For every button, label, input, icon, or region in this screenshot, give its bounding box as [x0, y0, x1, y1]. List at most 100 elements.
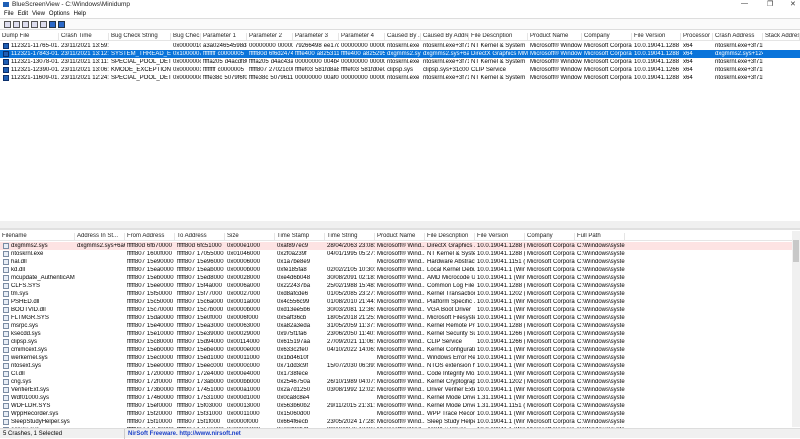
html-report-icon[interactable] [22, 21, 29, 28]
column-header[interactable]: Caused By ... [385, 33, 421, 41]
cell: Microsoft Corpora... [527, 243, 575, 249]
table-row[interactable]: kd.dll fffff807`15ea0000 fffff807`15eab000… [0, 266, 792, 274]
column-header[interactable]: Bug Chec... [171, 33, 201, 41]
cell: 10.0.19041.1202 (Wi... [477, 379, 525, 385]
cell: fffff807`15ec0000 [127, 355, 174, 361]
table-row[interactable]: dxgmms2.sysdxgmms2.sys+6a6...fffff80d`6f… [0, 242, 792, 250]
table-row[interactable]: 112321-11609-01.dmp23/11/2021 12:24:28SP… [0, 74, 800, 82]
cell: Microsoft® Wind... [377, 315, 425, 321]
table-row[interactable]: tm.sys fffff807`15f50000 fffff807`15f77000… [0, 290, 792, 298]
options-icon[interactable] [40, 21, 47, 28]
column-header[interactable]: Parameter 3 [293, 33, 339, 41]
column-header[interactable]: Size [225, 233, 275, 241]
pane-splitter[interactable] [0, 228, 800, 230]
table-row[interactable]: ntoskrnl.exe fffff807`1600f000 fffff807`17… [0, 250, 792, 258]
column-header[interactable]: Bug Check String [109, 33, 171, 41]
column-header[interactable]: To Address [175, 233, 225, 241]
table-row[interactable]: ntosext.sys fffff807`15ee0000 fffff807`15e… [0, 362, 792, 370]
cell: a3a024654598d8... [203, 43, 247, 49]
column-header[interactable]: File Version [475, 233, 525, 241]
cell: 10.0.19041.1 (WinB... [477, 355, 525, 361]
table-row[interactable]: 112321-17843-01.dmp23/11/2021 13:12:29SY… [0, 50, 800, 58]
close-button[interactable]: ✕ [790, 0, 796, 8]
column-header[interactable]: Time Stamp [275, 233, 325, 241]
copy-icon[interactable] [31, 21, 38, 28]
column-header[interactable]: Company [525, 233, 575, 241]
column-header[interactable]: Full Path [575, 233, 625, 241]
column-header[interactable]: Crash Time [59, 33, 109, 41]
menu-file[interactable]: File [4, 10, 14, 18]
table-row[interactable]: WppRecorder.sys fffff807`15f20000 fffff807… [0, 410, 792, 418]
column-header[interactable]: Parameter 4 [339, 33, 385, 41]
vertical-scrollbar[interactable] [792, 231, 800, 427]
cell: dxgmms2.sys [387, 51, 421, 57]
cell: fffff807`15c80000 [127, 339, 174, 345]
table-row[interactable]: 112321-12390-01.dmp23/11/2021 13:06:01KM… [0, 66, 800, 74]
cell: 0x664f6ecb [277, 419, 309, 425]
table-row[interactable]: Wdf01000.sys fffff807`17460000 fffff807`17… [0, 394, 792, 402]
menu-options[interactable]: Options [49, 10, 70, 18]
cell: C:\Windows\syste... [577, 419, 625, 425]
scroll-thumb[interactable] [793, 240, 799, 262]
table-row[interactable]: ksecdd.sys fffff807`15e10000 fffff807`15e3… [0, 330, 792, 338]
column-header[interactable]: File Description [469, 33, 528, 41]
table-row[interactable]: CLFS.SYS fffff807`15ee0000 fffff807`15f4a0… [0, 282, 792, 290]
table-row[interactable]: hal.dll fffff807`15e90000 fffff807`15e9600… [0, 258, 792, 266]
column-header[interactable]: Stack Address [763, 33, 800, 41]
column-header[interactable]: Processor [681, 33, 713, 41]
table-row[interactable]: VerifierExt.sys fffff807`173b0000 fffff807… [0, 386, 792, 394]
column-header[interactable]: Address In St... [75, 233, 125, 241]
column-header[interactable]: Caused By Address [421, 33, 469, 41]
cell: fffff807`15f20000 [127, 411, 172, 417]
column-header[interactable]: Time String [325, 233, 375, 241]
cell: 03/08/1992 12:02:40 [327, 387, 375, 393]
column-header[interactable]: Filename [0, 233, 75, 241]
cell: 0x00063000 [227, 323, 261, 329]
restore-button[interactable]: ❐ [767, 0, 773, 8]
column-header[interactable]: Parameter 2 [247, 33, 293, 41]
column-header[interactable]: Parameter 1 [201, 33, 247, 41]
column-header[interactable]: Product Name [375, 233, 425, 241]
cell: 26/10/1989 04:07:54 [327, 379, 375, 385]
cell: Microsoft Corpora... [527, 395, 575, 401]
column-header[interactable]: From Address [125, 233, 175, 241]
table-row[interactable]: cmimcext.sys fffff807`15eb0000 fffff807`15… [0, 346, 792, 354]
table-row[interactable]: clipsp.sys fffff807`15c80000 fffff807`15d9… [0, 338, 792, 346]
cell: clipsp.sys [387, 67, 414, 73]
cell: Kernel Configurati... [427, 347, 475, 353]
column-header[interactable]: Dump File [0, 33, 59, 41]
table-row[interactable]: BOOTVID.dll fffff807`15c70000 fffff807`15c… [0, 306, 792, 314]
column-header[interactable]: Crash Address [713, 33, 763, 41]
about-icon[interactable] [58, 21, 65, 28]
column-header[interactable]: File Version [632, 33, 681, 41]
table-row[interactable]: cng.sys fffff807`172f0000 fffff807`173ab00… [0, 378, 792, 386]
cell: Microsoft Corpora... [527, 259, 575, 265]
table-row[interactable]: FLTMGR.SYS fffff807`15da0000 fffff807`15e0… [0, 314, 792, 322]
cell: fffff807`15f10000 [127, 419, 172, 425]
column-header[interactable]: Company [582, 33, 632, 41]
table-row[interactable]: SleepStudyHelper.sys fffff807`15f10000 fff… [0, 418, 792, 426]
column-header[interactable]: Product Name [528, 33, 582, 41]
table-row[interactable]: 112321-13078-01.dmp23/11/2021 13:11:21SP… [0, 58, 800, 66]
table-row[interactable]: mcupdate_AuthenticAMD.dll fffff807`15eb00… [0, 274, 792, 282]
table-row[interactable]: msrpc.sys fffff807`15e40000 fffff807`15ea3… [0, 322, 792, 330]
minimize-button[interactable]: — [741, 0, 748, 7]
cell: fffff807`15f31000 [177, 411, 222, 417]
table-row[interactable]: CI.dll fffff807`17200000 fffff807`172e4000… [0, 370, 792, 378]
table-row[interactable]: 112321-11765-01.dmp23/11/2021 13:59:04 0x… [0, 42, 800, 50]
table-row[interactable]: werkernel.sys fffff807`15ec0000 fffff807`1… [0, 354, 792, 362]
properties-icon[interactable] [4, 21, 11, 28]
table-row[interactable]: WDFLDR.SYS fffff807`15ef0000 fffff807`15f0… [0, 402, 792, 410]
menu-edit[interactable]: Edit [18, 10, 28, 18]
cell: 02/02/2105 10:30:16 [327, 267, 375, 273]
horizontal-scrollbar[interactable] [0, 221, 800, 228]
column-header[interactable]: File Description [425, 233, 475, 241]
table-row[interactable]: PSHED.dll fffff807`15c50000 fffff807`15c6a… [0, 298, 792, 306]
refresh-icon[interactable] [49, 21, 56, 28]
save-icon[interactable] [13, 21, 20, 28]
cell: 10.0.19041.1 (WinB... [477, 363, 525, 369]
cell: Microsoft Corpora... [527, 275, 575, 281]
nirsoft-link[interactable]: NirSoft Freeware. http://www.nirsoft.net [128, 431, 241, 437]
menu-help[interactable]: Help [74, 10, 86, 18]
menu-view[interactable]: View [32, 10, 45, 18]
